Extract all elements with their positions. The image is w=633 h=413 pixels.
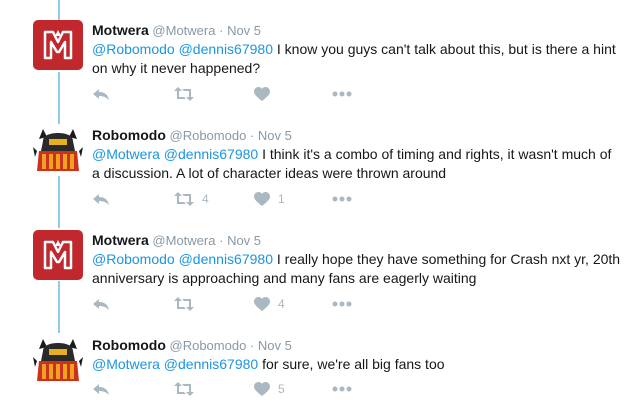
reply-button[interactable]	[92, 190, 110, 208]
tweet-actions: 4 1	[92, 190, 392, 210]
retweet-icon	[174, 382, 194, 396]
motwera-logo-icon	[33, 230, 83, 280]
retweet-button[interactable]: 4	[174, 190, 209, 208]
tweet-date[interactable]: Nov 5	[227, 233, 261, 248]
mention-link[interactable]: @dennis67980	[179, 251, 273, 267]
robomodo-logo-icon	[33, 335, 83, 385]
tweet-actions: 5	[92, 380, 392, 400]
separator-dot: ·	[249, 128, 255, 143]
like-button[interactable]: 1	[254, 190, 285, 208]
robomodo-logo-icon	[33, 125, 83, 175]
user-handle[interactable]: @Motwera	[152, 233, 215, 248]
more-dots-icon	[332, 301, 352, 307]
reply-icon	[93, 194, 109, 205]
mention-link[interactable]: @Robomodo	[92, 251, 175, 267]
separator-dot: ·	[249, 338, 255, 353]
mention-link[interactable]: @Motwera	[92, 356, 160, 372]
retweet-button[interactable]	[174, 380, 202, 398]
tweet[interactable]: Robomodo @Robomodo · Nov 5 @Motwera @den…	[0, 105, 633, 210]
more-button[interactable]	[332, 295, 352, 313]
tweet[interactable]: Robomodo @Robomodo · Nov 5 @Motwera @den…	[0, 315, 633, 413]
tweet-actions: 4	[92, 295, 392, 315]
display-name[interactable]: Motwera	[92, 232, 149, 248]
heart-icon	[254, 86, 270, 101]
tweet-text: @Motwera @dennis67980 for sure, we're al…	[92, 355, 622, 374]
avatar[interactable]	[33, 230, 83, 280]
display-name[interactable]: Robomodo	[92, 127, 166, 143]
more-button[interactable]	[332, 190, 352, 208]
user-handle[interactable]: @Robomodo	[170, 128, 247, 143]
motwera-logo-icon	[33, 20, 83, 70]
retweet-button[interactable]	[174, 85, 202, 103]
reply-button[interactable]	[92, 85, 110, 103]
tweet-header: Motwera @Motwera · Nov 5	[92, 22, 261, 39]
mention-link[interactable]: @dennis67980	[164, 146, 258, 162]
like-button[interactable]: 5	[254, 380, 285, 398]
display-name[interactable]: Motwera	[92, 22, 149, 38]
reply-icon	[93, 384, 109, 395]
tweet-date[interactable]: Nov 5	[227, 23, 261, 38]
more-dots-icon	[332, 91, 352, 97]
reply-icon	[93, 89, 109, 100]
tweet-header: Motwera @Motwera · Nov 5	[92, 232, 261, 249]
reply-button[interactable]	[92, 380, 110, 398]
retweet-icon	[174, 87, 194, 101]
more-button[interactable]	[332, 380, 352, 398]
heart-icon	[254, 296, 270, 311]
conversation-thread: Motwera @Motwera · Nov 5 @Robomodo @denn…	[0, 0, 633, 413]
tweet-date[interactable]: Nov 5	[258, 338, 292, 353]
retweet-icon	[174, 192, 194, 206]
avatar[interactable]	[33, 125, 83, 175]
mention-link[interactable]: @dennis67980	[179, 41, 273, 57]
like-button[interactable]	[254, 85, 278, 103]
separator-dot: ·	[219, 23, 224, 38]
retweet-icon	[174, 297, 194, 311]
avatar[interactable]	[33, 335, 83, 385]
user-handle[interactable]: @Motwera	[152, 23, 215, 38]
like-button[interactable]: 4	[254, 295, 285, 313]
avatar[interactable]	[33, 20, 83, 70]
mention-link[interactable]: @Robomodo	[92, 41, 175, 57]
reply-icon	[93, 299, 109, 310]
separator-dot: ·	[219, 233, 224, 248]
user-handle[interactable]: @Robomodo	[170, 338, 247, 353]
like-count: 1	[278, 192, 285, 206]
tweet-body: for sure, we're all big fans too	[258, 356, 445, 372]
tweet-text: @Robomodo @dennis67980 I know you guys c…	[92, 40, 622, 78]
mention-link[interactable]: @Motwera	[92, 146, 160, 162]
reply-button[interactable]	[92, 295, 110, 313]
like-count: 5	[278, 382, 285, 396]
more-dots-icon	[332, 386, 352, 392]
tweet[interactable]: Motwera @Motwera · Nov 5 @Robomodo @denn…	[0, 210, 633, 315]
tweet-date[interactable]: Nov 5	[258, 128, 292, 143]
tweet-text: @Robomodo @dennis67980 I really hope the…	[92, 250, 622, 288]
more-dots-icon	[332, 196, 352, 202]
tweet-header: Robomodo @Robomodo · Nov 5	[92, 127, 292, 144]
tweet-header: Robomodo @Robomodo · Nov 5	[92, 337, 292, 354]
heart-icon	[254, 191, 270, 206]
mention-link[interactable]: @dennis67980	[164, 356, 258, 372]
heart-icon	[254, 381, 270, 396]
retweet-count: 4	[202, 192, 209, 206]
tweet-text: @Motwera @dennis67980 I think it's a com…	[92, 145, 622, 183]
retweet-button[interactable]	[174, 295, 202, 313]
tweet-actions	[92, 85, 392, 105]
tweet[interactable]: Motwera @Motwera · Nov 5 @Robomodo @denn…	[0, 0, 633, 105]
like-count: 4	[278, 297, 285, 311]
more-button[interactable]	[332, 85, 352, 103]
display-name[interactable]: Robomodo	[92, 337, 166, 353]
